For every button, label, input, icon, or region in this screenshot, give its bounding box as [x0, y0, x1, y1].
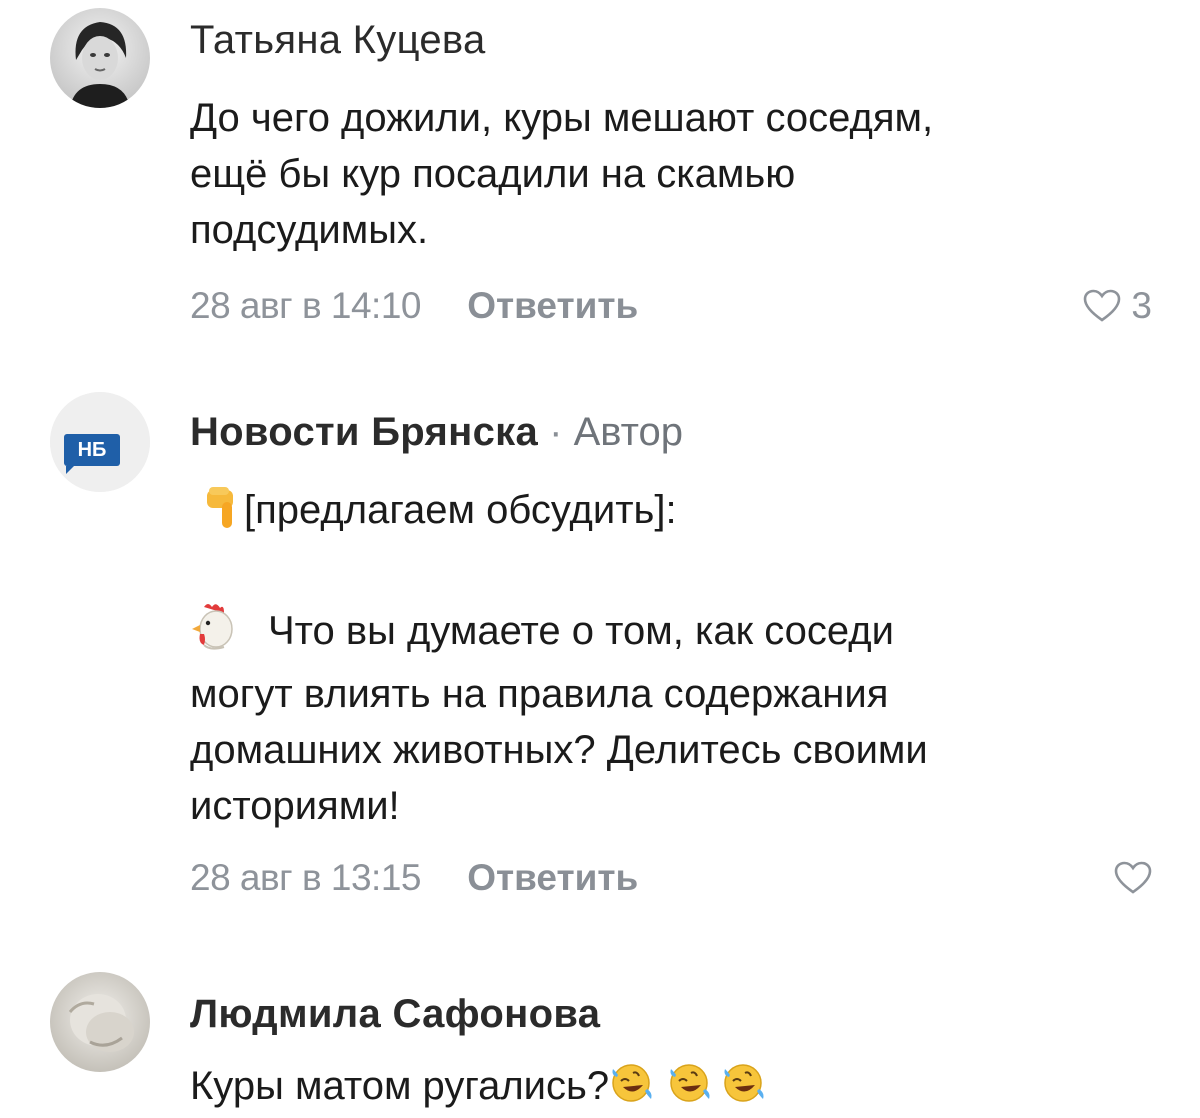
like-button[interactable]: 3 [1083, 282, 1152, 330]
comment-meta: 28 авг в 13:15 Ответить [190, 854, 1160, 902]
text-line: подсудимых. [190, 208, 429, 252]
text-line: могут влиять на правила содержания [190, 672, 889, 716]
avatar[interactable]: НБ [50, 392, 150, 492]
like-button[interactable] [1114, 854, 1152, 902]
avatar[interactable] [50, 972, 150, 1072]
heart-icon [1084, 289, 1121, 322]
text-line: Что вы думаете о том, как соседи [190, 601, 1160, 666]
rofl-emoji-icon [717, 1059, 771, 1118]
heart-icon [1114, 861, 1152, 894]
author-line: Новости Брянска · Автор [190, 406, 1160, 458]
comment-text: [предлагаем обсудить]: Что вы думаете о … [190, 480, 1160, 834]
comment-meta: 28 авг в 14:10 Ответить 3 [190, 282, 1160, 330]
text-line: домашних животных? Делитесь своими [190, 728, 928, 772]
like-count: 3 [1131, 285, 1152, 326]
author-line: Татьяна Куцева [190, 14, 1160, 66]
rooster-icon [190, 601, 238, 666]
text-line: историями! [190, 784, 400, 828]
text-line-1: [предлагаем обсудить]: [244, 488, 677, 533]
photo-avatar-icon [50, 972, 150, 1072]
author-line: Людмила Сафонова [190, 988, 1160, 1040]
comment-date: 28 авг в 13:15 [190, 857, 421, 898]
text-line: До чего дожили, куры мешают соседям, [190, 96, 934, 140]
text-line: ещё бы кур посадили на скамью [190, 152, 796, 196]
comment-text: Куры матом ругались? [190, 1058, 1160, 1118]
author-badge: Автор [573, 410, 683, 454]
author-name[interactable]: Людмила Сафонова [190, 992, 600, 1036]
text-line: [предлагаем обсудить]: [190, 480, 1160, 545]
avatar-text: НБ [77, 439, 107, 461]
rofl-emoji-icon [609, 1059, 663, 1118]
author-separator: · [549, 410, 563, 454]
comment-date: 28 авг в 14:10 [190, 285, 421, 326]
avatar[interactable] [50, 8, 150, 108]
reply-button[interactable]: Ответить [467, 285, 638, 326]
rofl-emoji-icon [663, 1059, 717, 1118]
author-name[interactable]: Татьяна Куцева [190, 18, 486, 62]
comment-text: До чего дожили, куры мешают соседям, ещё… [190, 90, 1160, 258]
author-name[interactable]: Новости Брянска [190, 410, 538, 454]
text-line-2: Что вы думаете о том, как соседи [268, 609, 894, 654]
reply-button[interactable]: Ответить [467, 857, 638, 898]
text-line: Куры матом ругались? [190, 1064, 610, 1108]
portrait-photo-icon [50, 8, 150, 108]
point-down-icon [204, 480, 244, 545]
